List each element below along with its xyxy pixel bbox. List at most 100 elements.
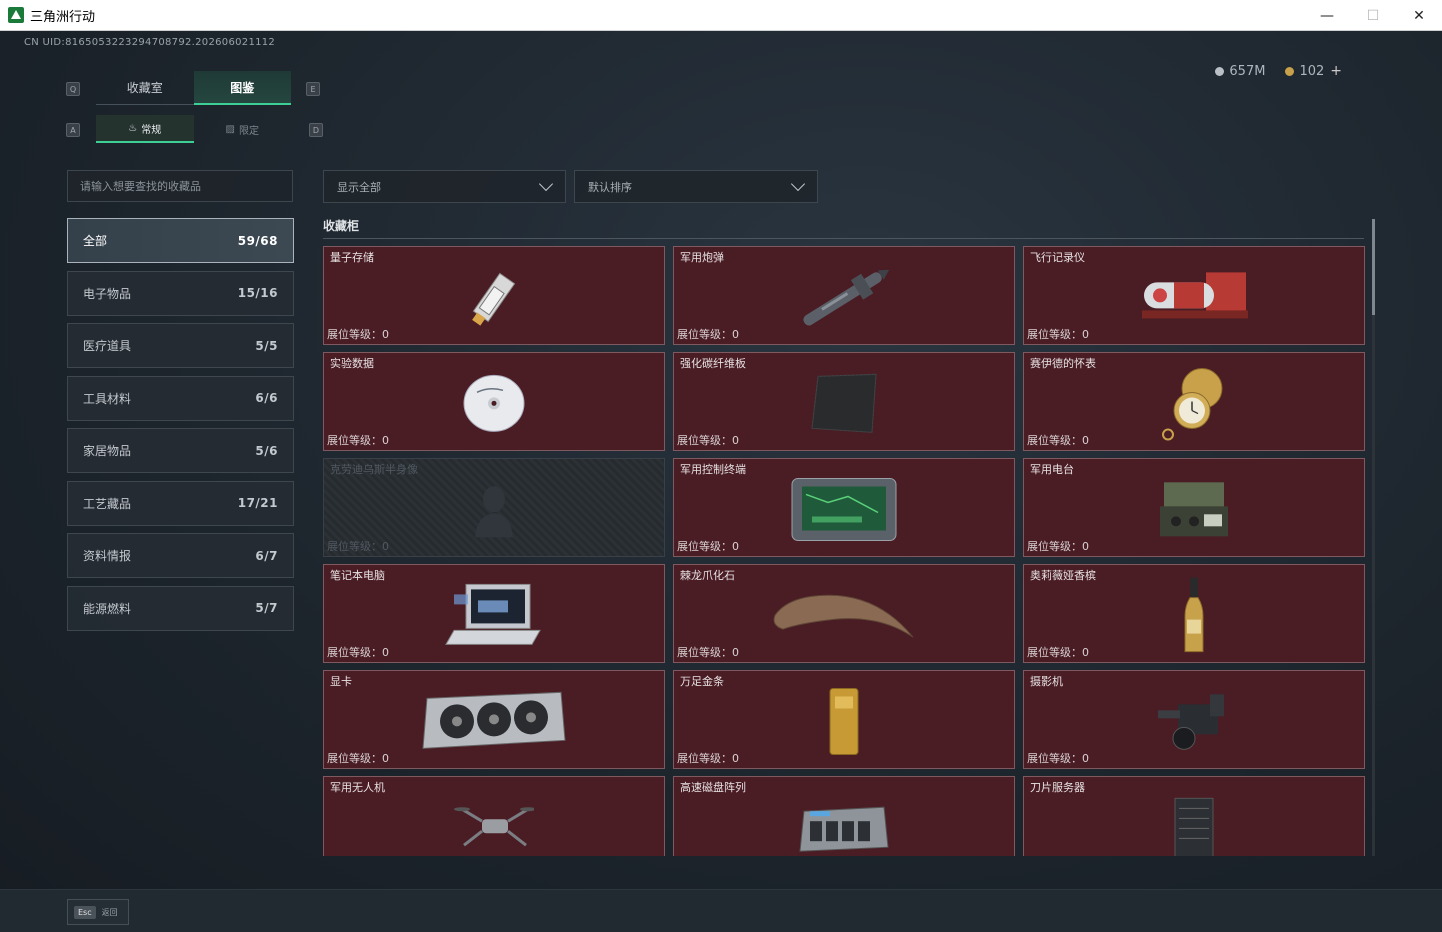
minimize-button[interactable]: — (1304, 0, 1350, 31)
item-name: 刀片服务器 (1030, 781, 1085, 794)
item-name: 显卡 (330, 675, 352, 688)
collection-card[interactable]: 摄影机 展位等级：0 (1023, 670, 1365, 769)
chevron-down-icon (538, 176, 554, 192)
category-household[interactable]: 家居物品 5/6 (67, 428, 294, 473)
collection-card[interactable]: 奥莉薇娅香槟 展位等级：0 (1023, 564, 1365, 663)
sub-tabs: ♨ 常规 ▨ 限定 (96, 115, 291, 143)
claw-fossil-icon (773, 594, 914, 638)
champagne-icon (1184, 577, 1204, 652)
category-count: 5/6 (255, 443, 278, 458)
item-name: 军用无人机 (330, 781, 385, 794)
collection-card[interactable]: 高速磁盘阵列 展位等级：0 (673, 776, 1015, 856)
category-label: 工具材料 (83, 391, 132, 406)
collection-card[interactable]: 实验数据 展位等级：0 (323, 352, 665, 451)
key-hint-sub-left: A (66, 123, 80, 137)
collection-card[interactable]: 量子存储 展位等级：0 (323, 246, 665, 345)
item-name: 赛伊德的怀表 (1030, 357, 1096, 370)
collection-card[interactable]: 赛伊德的怀表 展位等级：0 (1023, 352, 1365, 451)
collection-card[interactable]: 军用电台 展位等级：0 (1023, 458, 1365, 557)
item-level: 展位等级：0 (1027, 434, 1089, 447)
collection-scrollbar[interactable] (1372, 219, 1375, 856)
pocket-watch-icon (1162, 367, 1223, 441)
item-level: 展位等级：0 (327, 752, 389, 765)
collection-card[interactable]: 刀片服务器 展位等级：0 (1023, 776, 1365, 856)
category-medical[interactable]: 医疗道具 5/5 (67, 323, 294, 368)
category-crafts[interactable]: 工艺藏品 17/21 (67, 480, 294, 526)
category-all[interactable]: 全部 59/68 (67, 218, 294, 263)
window-controls: — ☐ ✕ (1304, 0, 1442, 31)
category-count: 6/6 (255, 391, 278, 405)
item-level: 展位等级：0 (677, 752, 739, 765)
category-tools[interactable]: 工具材料 6/6 (67, 375, 294, 421)
item-level: 展位等级：0 (327, 328, 389, 341)
image-icon: ▨ (225, 123, 235, 135)
collection-card[interactable]: 万足金条 展位等级：0 (673, 670, 1015, 769)
category-electronics[interactable]: 电子物品 15/16 (67, 270, 294, 316)
item-level: 展位等级：0 (677, 646, 739, 659)
item-name: 克劳迪乌斯半身像 (330, 463, 418, 476)
cd-disc-icon (463, 374, 525, 432)
category-label: 工艺藏品 (83, 496, 132, 511)
gold-currency: 102 + (1285, 63, 1342, 79)
add-currency-button[interactable]: + (1330, 63, 1342, 79)
bottom-bar: Esc 返回 (0, 889, 1442, 932)
item-name: 量子存储 (330, 251, 374, 264)
collection-card[interactable]: 军用无人机 展位等级：0 (323, 776, 665, 856)
collection-card[interactable]: 飞行记录仪 展位等级：0 (1023, 246, 1365, 345)
category-count: 5/5 (255, 338, 278, 353)
collection-card[interactable]: 棘龙爪化石 展位等级：0 (673, 564, 1015, 663)
collection-card[interactable]: 军用控制终端 展位等级：0 (673, 458, 1015, 557)
item-name: 飞行记录仪 (1030, 251, 1085, 264)
collection-card[interactable]: 显卡 展位等级：0 (323, 670, 665, 769)
item-name: 军用电台 (1030, 463, 1074, 476)
window-titlebar: 三角洲行动 — ☐ ✕ (0, 0, 1442, 31)
category-label: 能源燃料 (83, 601, 132, 616)
game-screen: CN UID:8165053223294708792.202606021112 … (0, 31, 1442, 932)
category-intel[interactable]: 资料情报 6/7 (67, 533, 294, 578)
control-terminal-icon (791, 477, 897, 541)
carbon-plate-icon (811, 373, 877, 433)
category-count: 59/68 (237, 233, 278, 248)
back-button[interactable]: Esc 返回 (67, 899, 129, 925)
disk-array-icon (799, 806, 889, 852)
tab-limited[interactable]: ▨ 限定 (194, 115, 292, 143)
item-level: 展位等级：0 (1027, 540, 1089, 553)
section-title: 收藏柜 (323, 219, 360, 233)
item-level: 展位等级：0 (677, 328, 739, 341)
tab-codex[interactable]: 图鉴 (193, 71, 291, 105)
scrollbar-thumb[interactable] (1372, 219, 1375, 315)
camera-icon (1158, 693, 1224, 750)
tab-collection-room[interactable]: 收藏室 (96, 71, 194, 105)
item-name: 强化碳纤维板 (680, 357, 746, 370)
item-name: 军用炮弹 (680, 251, 724, 264)
gold-amount: 102 (1299, 64, 1325, 79)
item-name: 实验数据 (330, 357, 374, 370)
item-level: 展位等级：0 (1027, 646, 1089, 659)
tab-regular[interactable]: ♨ 常规 (96, 115, 194, 143)
collection-card[interactable]: 军用炮弹 展位等级：0 (673, 246, 1015, 345)
sort-dropdown[interactable]: 默认排序 (574, 170, 818, 203)
chevron-down-icon (790, 176, 806, 192)
item-name: 笔记本电脑 (330, 569, 385, 582)
collection-card[interactable]: 强化碳纤维板 展位等级：0 (673, 352, 1015, 451)
category-energy[interactable]: 能源燃料 5/7 (67, 585, 294, 631)
category-count: 5/7 (255, 601, 278, 615)
collection-card[interactable]: 笔记本电脑 展位等级：0 (323, 564, 665, 663)
uid-label: CN UID:8165053223294708792.202606021112 (24, 37, 276, 48)
show-filter-dropdown[interactable]: 显示全部 (323, 170, 566, 203)
item-level: 展位等级：0 (677, 434, 739, 447)
item-level: 展位等级：0 (1027, 328, 1089, 341)
main-tabs: 收藏室 图鉴 (96, 71, 291, 105)
esc-key-hint: Esc (74, 905, 96, 919)
close-button[interactable]: ✕ (1396, 0, 1442, 31)
collection-grid: 量子存储 展位等级：0 军用炮弹 展位等级：0 飞行记录仪 展位等级：0 实验数… (323, 246, 1365, 856)
maximize-button[interactable]: ☐ (1350, 0, 1396, 31)
section-divider (323, 238, 1364, 239)
category-label: 医疗道具 (83, 339, 132, 353)
key-hint-left: Q (66, 82, 80, 96)
search-input[interactable] (67, 170, 293, 202)
military-radio-icon (1160, 481, 1228, 536)
item-name: 棘龙爪化石 (680, 569, 735, 582)
collection-card-locked[interactable]: 克劳迪乌斯半身像 展位等级：0 (323, 458, 665, 557)
graphics-card-icon (422, 691, 566, 749)
